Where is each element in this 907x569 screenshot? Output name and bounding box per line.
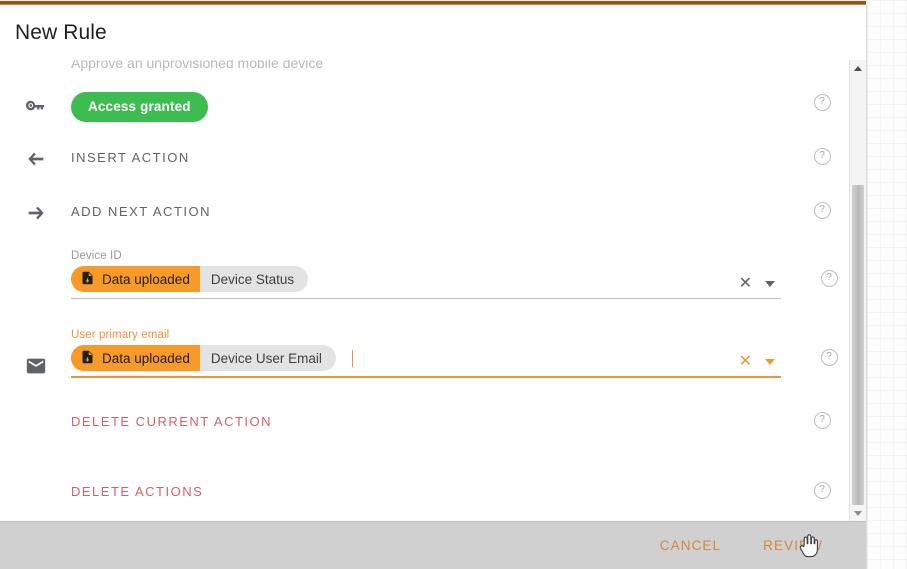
insert-action-main: INSERT ACTION (71, 146, 794, 167)
delete-actions-icon-slot (0, 480, 71, 482)
mail-icon (0, 329, 71, 377)
arrow-right-icon (0, 200, 71, 224)
access-granted-help: ? (794, 92, 850, 111)
triangle-up-icon (854, 65, 862, 71)
device-id-input[interactable]: Data uploaded Device Status ✕ (71, 266, 781, 299)
device-id-chip-value[interactable]: Device Status (200, 266, 308, 292)
device-id-help: ? (801, 250, 850, 287)
add-next-action-label[interactable]: ADD NEXT ACTION (71, 200, 211, 219)
file-upload-icon (80, 349, 95, 368)
vertical-scrollbar[interactable] (849, 60, 866, 521)
access-granted-row: Access granted ? (0, 92, 850, 128)
device-id-chip-source[interactable]: Data uploaded (71, 266, 200, 292)
help-icon[interactable]: ? (813, 94, 831, 111)
scrollbar-thumb[interactable] (852, 185, 864, 505)
user-primary-email-input[interactable]: Data uploaded Device User Email ✕ (71, 345, 781, 378)
scroll-region: Approve an unprovisioned mobile device A… (0, 60, 850, 521)
help-icon[interactable]: ? (813, 412, 831, 429)
triangle-down-icon[interactable] (765, 281, 775, 287)
dialog-footer: CANCEL REVIEW (0, 521, 866, 569)
user-primary-email-help: ? (801, 329, 850, 366)
help-icon[interactable]: ? (820, 349, 838, 366)
user-primary-email-chip[interactable]: Data uploaded Device User Email (71, 345, 336, 371)
add-next-action-row[interactable]: ADD NEXT ACTION ? (0, 200, 850, 236)
clipped-subtitle: Approve an unprovisioned mobile device (71, 60, 324, 71)
device-id-row-icon-slot (0, 250, 71, 252)
delete-actions-label[interactable]: DELETE ACTIONS (71, 480, 203, 499)
text-caret (351, 349, 353, 367)
delete-actions-main: DELETE ACTIONS (71, 480, 794, 501)
help-icon[interactable]: ? (813, 202, 831, 219)
user-primary-email-chip-value[interactable]: Device User Email (200, 345, 336, 371)
file-upload-icon (80, 270, 95, 289)
user-primary-email-main: User primary email Data uploaded Device … (71, 329, 801, 386)
add-next-action-help: ? (794, 200, 850, 219)
device-id-main: Device ID Data uploaded Device Status ✕ (71, 250, 801, 307)
user-primary-email-chip-source-label: Data uploaded (102, 350, 190, 366)
device-id-chip-source-label: Data uploaded (102, 271, 190, 287)
help-icon[interactable]: ? (813, 482, 831, 499)
user-primary-email-field-actions: ✕ (739, 354, 775, 370)
scrollbar-down-button[interactable] (850, 505, 866, 521)
access-granted-main: Access granted (71, 92, 794, 122)
delete-current-action-icon-slot (0, 410, 71, 412)
user-primary-email-label: User primary email (71, 329, 170, 341)
delete-current-action-main: DELETE CURRENT ACTION (71, 410, 794, 431)
delete-actions-help: ? (794, 480, 850, 499)
delete-current-action-help: ? (794, 410, 850, 429)
dialog-header: New Rule (0, 5, 866, 60)
triangle-down-icon (854, 510, 862, 516)
add-next-action-main: ADD NEXT ACTION (71, 200, 794, 221)
cancel-button[interactable]: CANCEL (660, 538, 721, 553)
device-id-row: Device ID Data uploaded Device Status ✕ … (0, 250, 850, 307)
user-primary-email-chip-source[interactable]: Data uploaded (71, 345, 200, 371)
key-icon (0, 92, 71, 117)
device-id-chip[interactable]: Data uploaded Device Status (71, 266, 309, 292)
close-icon[interactable]: ✕ (739, 354, 752, 370)
new-rule-dialog: New Rule Approve an unprovisioned mobile… (0, 5, 867, 569)
rule-rows: Access granted ? INSERT ACTION ? ADD NEX… (0, 92, 850, 516)
background-grid (866, 0, 907, 569)
insert-action-row[interactable]: INSERT ACTION ? (0, 146, 850, 182)
delete-current-action-row[interactable]: DELETE CURRENT ACTION ? (0, 410, 850, 446)
device-id-label: Device ID (71, 250, 122, 262)
user-primary-email-field[interactable]: User primary email Data uploaded Device … (71, 329, 781, 386)
delete-actions-row[interactable]: DELETE ACTIONS ? (0, 480, 850, 516)
device-id-field-actions: ✕ (739, 276, 775, 292)
delete-current-action-label[interactable]: DELETE CURRENT ACTION (71, 410, 272, 429)
arrow-left-icon (0, 146, 71, 170)
close-icon[interactable]: ✕ (739, 276, 752, 292)
user-primary-email-row: User primary email Data uploaded Device … (0, 329, 850, 386)
help-icon[interactable]: ? (813, 148, 831, 165)
page-title: New Rule (15, 20, 107, 44)
device-id-field[interactable]: Device ID Data uploaded Device Status ✕ (71, 250, 781, 307)
help-icon[interactable]: ? (820, 270, 838, 287)
review-button[interactable]: REVIEW (763, 538, 823, 553)
insert-action-label[interactable]: INSERT ACTION (71, 146, 190, 165)
scrollbar-up-button[interactable] (850, 60, 866, 76)
triangle-down-icon[interactable] (765, 359, 775, 365)
access-granted-badge[interactable]: Access granted (71, 92, 208, 122)
insert-action-help: ? (794, 146, 850, 165)
dialog-body: Approve an unprovisioned mobile device A… (0, 60, 866, 521)
